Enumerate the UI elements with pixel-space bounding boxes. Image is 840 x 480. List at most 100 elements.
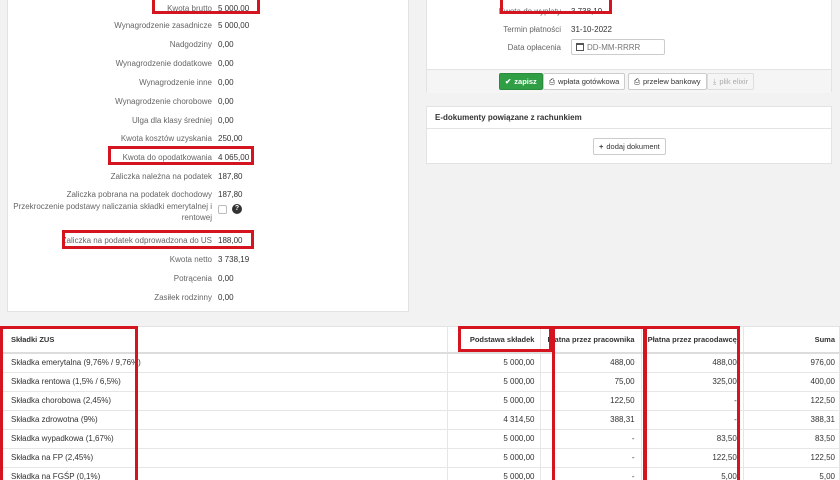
salary-row-label: Zaliczka na podatek odprowadzona do US	[61, 236, 212, 245]
col-header-employee: Płatna przez pracownika	[540, 327, 642, 354]
zus-cell-employer: -	[640, 410, 744, 430]
salary-row-label: Zaliczka pobrana na podatek dochodowy	[66, 190, 212, 199]
zus-cell-base: 5 000,00	[447, 448, 541, 468]
salary-row: Kwota netto 3 738,19	[8, 250, 408, 268]
salary-row: Wynagrodzenie inne 0,00	[8, 73, 408, 91]
edocuments-title: E-dokumenty powiązane z rachunkiem	[427, 107, 831, 129]
bank-transfer-label: przelew bankowy	[643, 77, 701, 86]
salary-row: Zaliczka na podatek odprowadzona do US 18…	[8, 231, 408, 249]
zus-cell-base: 5 000,00	[447, 467, 541, 480]
zus-cell-employer: 325,00	[640, 372, 744, 392]
payment-panel: Kwota do wypłaty 3 738,19 Termin płatnoś…	[426, 0, 832, 93]
zus-cell-sum: 122,50	[742, 448, 840, 468]
edocuments-panel: E-dokumenty powiązane z rachunkiem + doda…	[426, 106, 832, 164]
zus-cell-name: Składka zdrowotna (9%)	[1, 410, 448, 430]
salary-row: Wynagrodzenie zasadnicze 5 000,00	[8, 16, 408, 34]
save-button[interactable]: ✔ zapisz	[499, 73, 543, 90]
salary-row-value: 187,80	[218, 172, 243, 181]
salary-row-value: 0,00	[218, 293, 234, 302]
zus-cell-name: Składka rentowa (1,5% / 6,5%)	[1, 372, 448, 392]
plus-icon: +	[599, 142, 604, 151]
payment-toolbar: ✔ zapisz ⎙ wpłata gotówkowa ⎙ przelew banko…	[427, 69, 831, 93]
zus-table-row: Składka zdrowotna (9%) 4 314,50 388,31-388…	[1, 410, 840, 430]
payment-date-input[interactable]: DD-MM-RRRR	[571, 39, 665, 55]
salary-row: Ulga dla klasy średniej 0,00	[8, 111, 408, 129]
salary-row-label: Zasiłek rodzinny	[154, 293, 212, 302]
payment-date-row: Data opłacenia DD-MM-RRRR	[427, 39, 831, 57]
salary-row-value: 0,00	[218, 97, 234, 106]
zus-cell-employee: 122,50	[540, 391, 642, 411]
zus-table-body: Składka emerytalna (9,76% / 9,76%) 5 000,…	[1, 353, 840, 480]
col-header-sum: Suma	[742, 327, 840, 354]
help-icon[interactable]: ?	[232, 204, 242, 214]
zus-cell-name: Składka na FGŚP (0,1%)	[1, 467, 448, 480]
add-document-label: dodaj dokument	[606, 142, 660, 151]
zus-cell-base: 5 000,00	[447, 372, 541, 392]
salary-row-label: Kwota kosztów uzyskania	[120, 134, 212, 143]
zus-cell-base: 4 314,50	[447, 410, 541, 430]
exceed-basis-checkbox[interactable]	[218, 205, 227, 214]
zus-cell-employer: 122,50	[640, 448, 744, 468]
zus-cell-sum: 83,50	[742, 429, 840, 449]
salary-row-label: Wynagrodzenie chorobowe	[115, 97, 212, 106]
salary-row-value: 250,00	[218, 134, 243, 143]
add-document-button[interactable]: + dodaj dokument	[593, 138, 666, 155]
salary-row-value: 0,00	[218, 274, 234, 283]
salary-row-label: Zaliczka należna na podatek	[110, 172, 212, 181]
zus-cell-name: Składka emerytalna (9,76% / 9,76%)	[1, 353, 448, 373]
payout-amount-row: Kwota do wypłaty 3 738,19	[427, 3, 831, 21]
zus-cell-sum: 122,50	[742, 391, 840, 411]
salary-row-label: Kwota do opodatkowania	[122, 153, 212, 162]
cash-payment-button[interactable]: ⎙ wpłata gotówkowa	[543, 73, 626, 90]
zus-table-row: Składka na FP (2,45%) 5 000,00-122,50 122,…	[1, 448, 840, 468]
salary-row-label: Kwota brutto	[167, 4, 212, 13]
salary-row-label: Potrącenia	[173, 274, 212, 283]
salary-row: Kwota kosztów uzyskania 250,00	[8, 129, 408, 147]
due-date-value: 31-10-2022	[571, 25, 612, 34]
salary-details-panel: Kwota brutto 5 000,00 Wynagrodzenie zasadn…	[7, 0, 409, 312]
zus-cell-employer: -	[640, 391, 744, 411]
check-icon: ✔	[505, 77, 512, 86]
zus-table-row: Składka chorobowa (2,45%) 5 000,00 122,50-…	[1, 391, 840, 411]
salary-row-value: 5 000,00	[218, 21, 250, 30]
zus-table-row: Składka na FGŚP (0,1%) 5 000,00-5,00 5,00	[1, 467, 840, 480]
zus-cell-employee: 388,31	[540, 410, 642, 430]
zus-cell-base: 5 000,00	[447, 429, 541, 449]
zus-cell-employee: 488,00	[540, 353, 642, 373]
salary-row-label: Wynagrodzenie zasadnicze	[114, 21, 212, 30]
salary-row-value: 187,80	[218, 190, 243, 199]
salary-row-label: Kwota netto	[169, 255, 212, 264]
salary-row-value: 0,00	[218, 40, 234, 49]
salary-row-label: Wynagrodzenie dodatkowe	[115, 59, 212, 68]
salary-row-value: 0,00	[218, 116, 234, 125]
salary-row-label: Przekroczenie podstawy naliczania składk…	[13, 202, 212, 222]
print-icon: ⎙	[549, 77, 555, 86]
zus-cell-base: 5 000,00	[447, 353, 541, 373]
zus-cell-employee: -	[540, 467, 642, 480]
payment-date-placeholder: DD-MM-RRRR	[587, 43, 641, 52]
salary-row: Wynagrodzenie chorobowe 0,00	[8, 92, 408, 110]
zus-contributions-panel: Składki ZUS Podstawa składek Płatna prze…	[0, 326, 840, 480]
zus-table-row: Składka emerytalna (9,76% / 9,76%) 5 000,…	[1, 353, 840, 373]
elixir-file-button[interactable]: ⤓ plik elixir	[707, 73, 755, 90]
zus-cell-sum: 400,00	[742, 372, 840, 392]
salary-row: Przekroczenie podstawy naliczania składk…	[8, 201, 408, 222]
zus-table-row: Składka rentowa (1,5% / 6,5%) 5 000,00 75,…	[1, 372, 840, 392]
zus-cell-sum: 976,00	[742, 353, 840, 373]
salary-row: Kwota do opodatkowania 4 065,00	[8, 148, 408, 166]
salary-row: Potrącenia 0,00	[8, 269, 408, 287]
due-date-row: Termin płatności 31-10-2022	[427, 21, 831, 39]
zus-cell-employer: 488,00	[640, 353, 744, 373]
col-header-employer: Płatna przez pracodawcę	[640, 327, 744, 354]
zus-cell-name: Składka wypadkowa (1,67%)	[1, 429, 448, 449]
bank-transfer-button[interactable]: ⎙ przelew bankowy	[628, 73, 707, 90]
salary-row: Kwota brutto 5 000,00	[8, 0, 408, 17]
salary-row-label: Nadgodziny	[169, 40, 212, 49]
salary-row: Nadgodziny 0,00	[8, 35, 408, 53]
zus-cell-base: 5 000,00	[447, 391, 541, 411]
cash-payment-label: wpłata gotówkowa	[558, 77, 620, 86]
due-date-label: Termin płatności	[503, 25, 561, 34]
zus-cell-employee: 75,00	[540, 372, 642, 392]
salary-row-value: 0,00	[218, 59, 234, 68]
salary-row-label: Wynagrodzenie inne	[139, 78, 212, 87]
